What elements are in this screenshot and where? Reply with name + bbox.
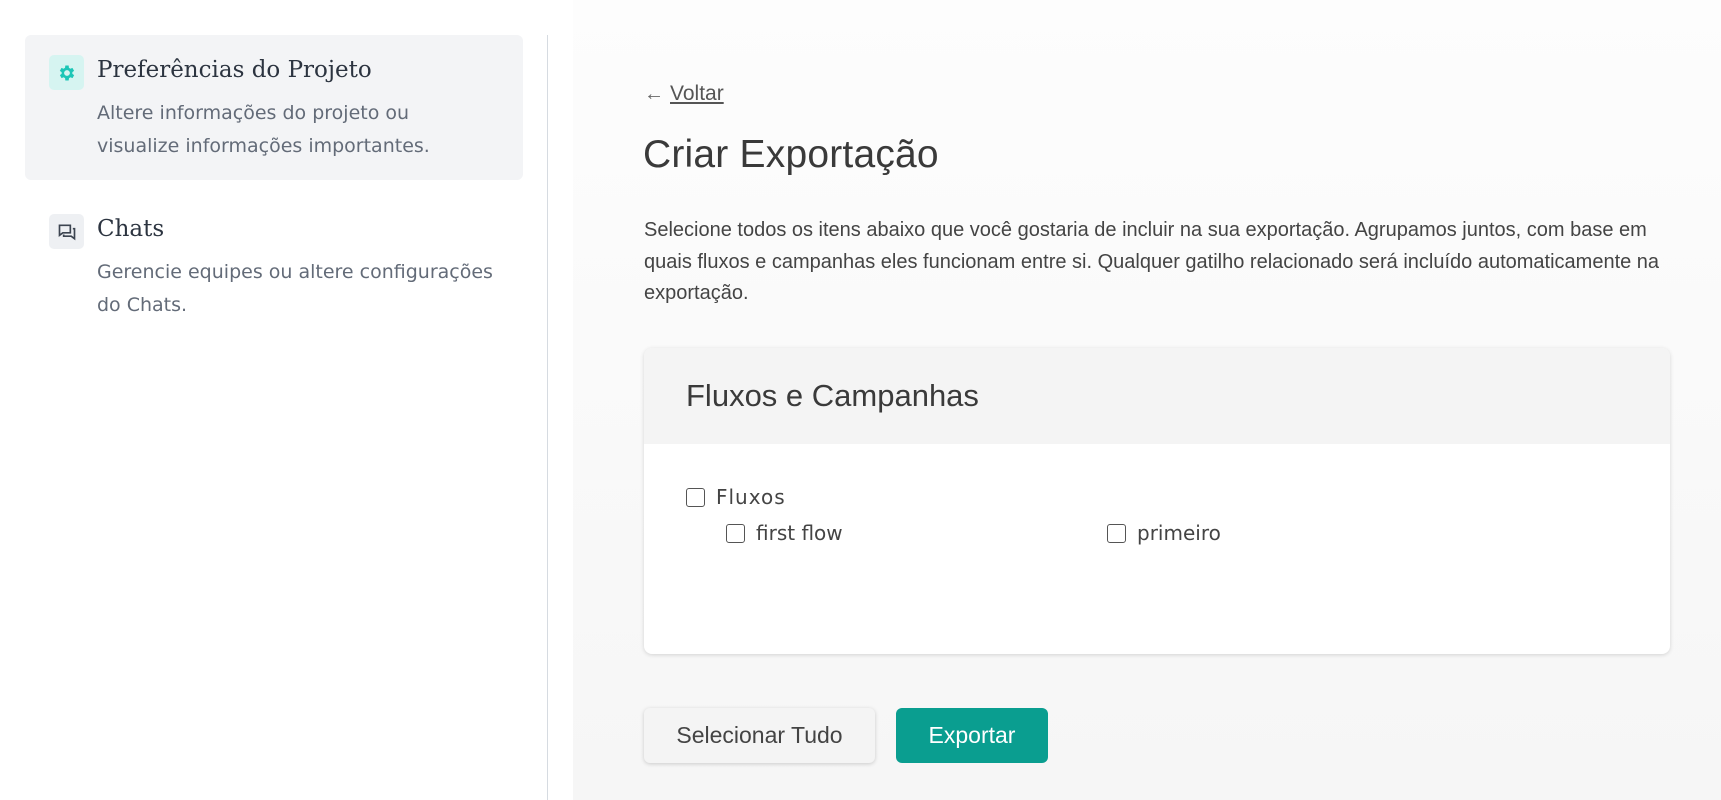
list-item: primeiro xyxy=(1107,521,1221,545)
list-item: first flow xyxy=(726,521,843,545)
sidebar-item-title: Chats xyxy=(97,216,165,242)
select-all-button[interactable]: Selecionar Tudo xyxy=(644,708,875,763)
sidebar-item-description: Altere informações do projeto ou visuali… xyxy=(97,102,430,157)
gear-icon xyxy=(49,55,84,90)
chat-icon xyxy=(49,214,84,249)
page-title: Criar Exportação xyxy=(643,133,939,176)
sidebar-item-project-preferences[interactable]: Preferências do Projeto Altere informaçõ… xyxy=(25,35,523,180)
export-card: Fluxos e Campanhas Fluxos first flow pri… xyxy=(644,348,1670,654)
item-checkbox[interactable] xyxy=(726,523,745,543)
sidebar: Preferências do Projeto Altere informaçõ… xyxy=(0,0,548,800)
sidebar-item-description: Gerencie equipes ou altere configurações… xyxy=(97,261,493,316)
card-header: Fluxos e Campanhas xyxy=(644,348,1670,444)
back-link[interactable]: ← Voltar xyxy=(644,82,724,106)
export-button[interactable]: Exportar xyxy=(896,708,1048,763)
group-flows-label: Fluxos xyxy=(716,485,786,509)
page-description: Selecione todos os itens abaixo que você… xyxy=(644,219,1660,304)
arrow-left-icon: ← xyxy=(644,82,664,105)
card-title: Fluxos e Campanhas xyxy=(686,378,979,413)
sidebar-divider xyxy=(547,35,548,800)
group-flows: Fluxos xyxy=(686,485,786,509)
sidebar-item-title: Preferências do Projeto xyxy=(97,57,372,83)
item-label: primeiro xyxy=(1137,521,1221,545)
item-checkbox[interactable] xyxy=(1107,523,1126,543)
item-label: first flow xyxy=(756,521,843,545)
back-link-label[interactable]: Voltar xyxy=(670,82,724,106)
sidebar-item-chats[interactable]: Chats Gerencie equipes ou altere configu… xyxy=(25,194,523,334)
group-flows-checkbox[interactable] xyxy=(686,487,705,507)
main-content: ← Voltar Criar Exportação Selecione todo… xyxy=(573,0,1721,800)
